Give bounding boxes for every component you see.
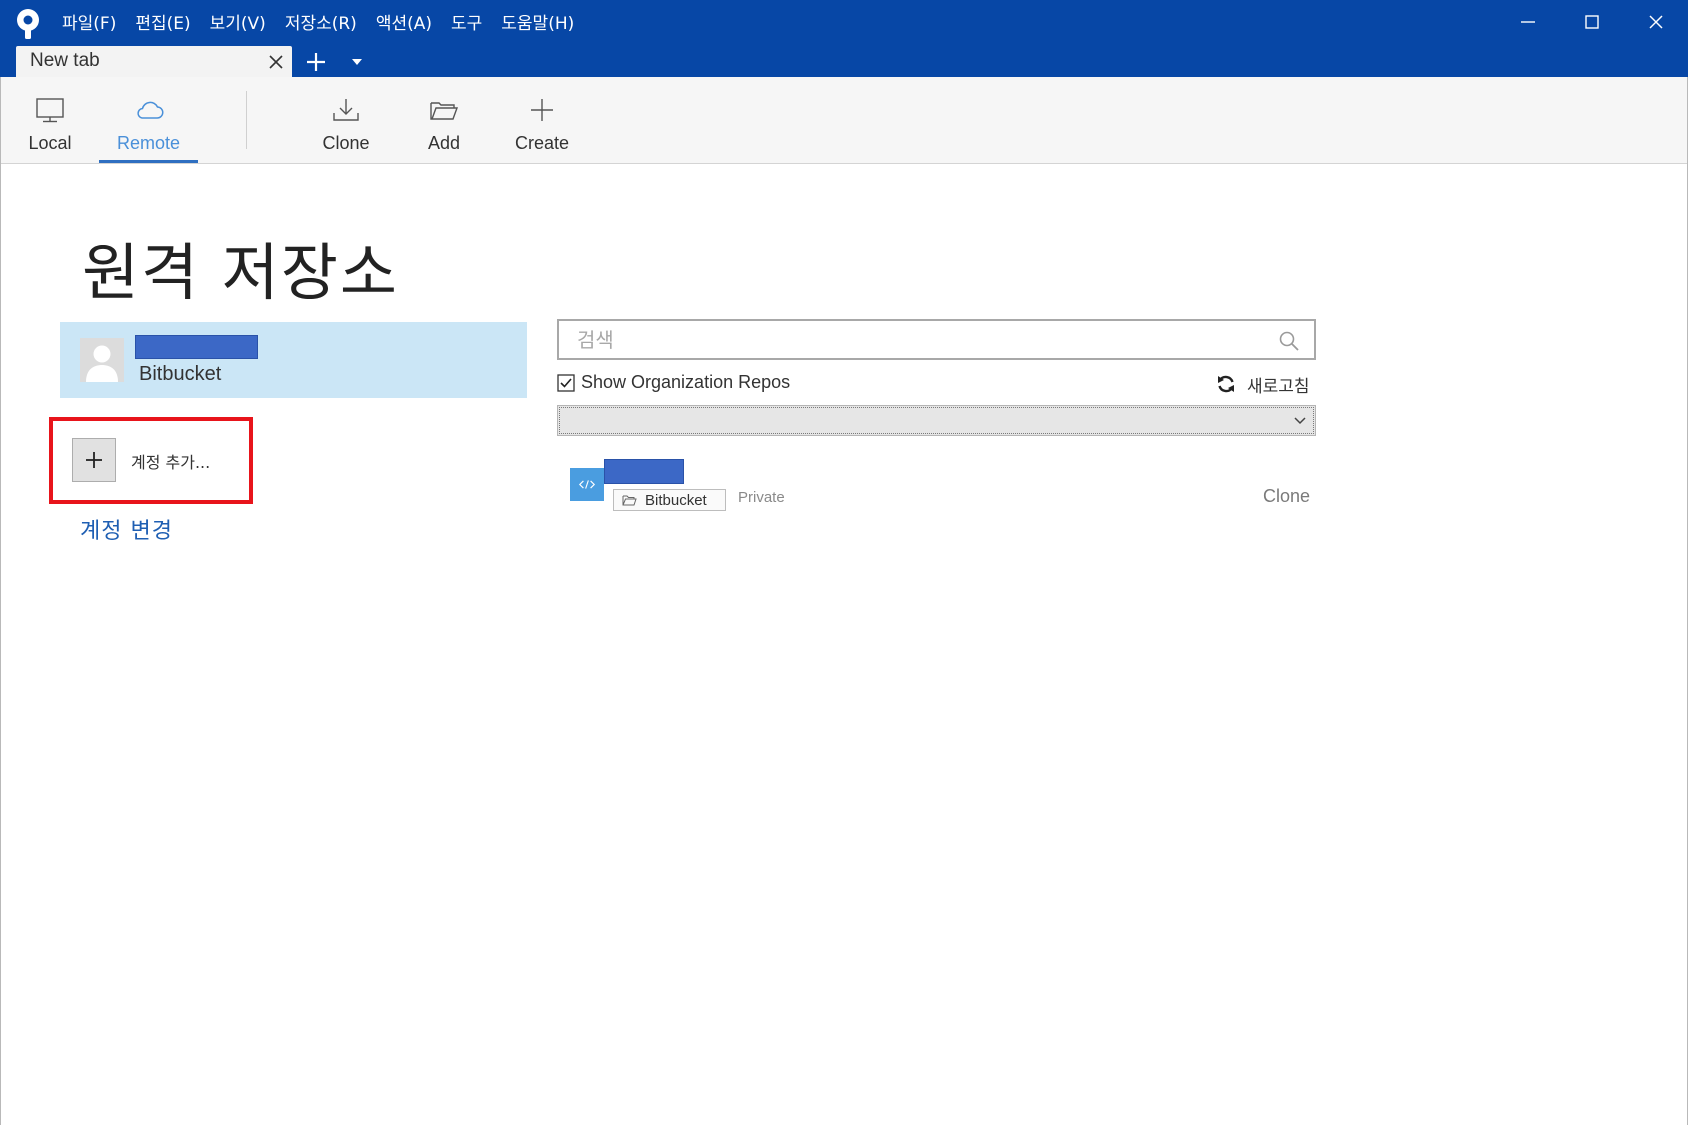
show-org-repos-checkbox[interactable] — [557, 374, 575, 392]
add-label: Add — [427, 133, 461, 153]
local-button[interactable]: Local — [22, 77, 78, 163]
repository-visibility: Private — [738, 489, 785, 506]
refresh-icon[interactable] — [1216, 374, 1236, 394]
menu-actions[interactable]: 액션(A) — [376, 10, 443, 38]
minimize-button[interactable] — [1496, 0, 1560, 44]
repository-name-redacted[interactable] — [604, 459, 684, 484]
add-account-label[interactable]: 계정 추가... — [131, 449, 210, 473]
toolbar-separator — [246, 91, 247, 149]
folder-icon — [622, 495, 637, 506]
local-label: Local — [28, 133, 72, 153]
repo-filter-select[interactable] — [557, 405, 1316, 436]
sourcetree-logo-icon — [17, 9, 39, 39]
maximize-button[interactable] — [1560, 0, 1624, 44]
close-icon — [1649, 15, 1663, 29]
window-border — [0, 77, 1, 1125]
search-box — [557, 319, 1316, 360]
window-controls — [1496, 0, 1688, 44]
menu-view[interactable]: 보기(V) — [210, 10, 277, 38]
create-label: Create — [514, 133, 570, 153]
menu-tools[interactable]: 도구 — [451, 10, 493, 38]
menu-repository[interactable]: 저장소(R) — [285, 10, 368, 38]
page-title: 원격 저장소 — [82, 236, 399, 309]
menu-bar: 파일(F) 편집(E) 보기(V) 저장소(R) 액션(A) 도구 도움말(H) — [62, 10, 593, 38]
menu-help[interactable]: 도움말(H) — [501, 10, 585, 38]
search-input[interactable] — [577, 327, 1257, 353]
account-card[interactable]: Bitbucket — [60, 322, 527, 398]
repository-source-label: Bitbucket — [645, 491, 707, 509]
account-name-redacted — [135, 335, 258, 359]
show-org-repos-label[interactable]: Show Organization Repos — [581, 372, 790, 393]
tab-label: New tab — [30, 50, 100, 71]
remote-button[interactable]: Remote — [99, 77, 198, 163]
new-tab-plus-icon[interactable] — [304, 50, 328, 74]
monitor-icon — [36, 98, 64, 123]
maximize-icon — [1585, 15, 1599, 29]
code-icon — [578, 480, 596, 489]
account-service-label: Bitbucket — [139, 363, 222, 385]
default-user-icon — [80, 338, 124, 382]
menu-file[interactable]: 파일(F) — [62, 10, 127, 38]
repository-source-badge: Bitbucket — [613, 489, 726, 511]
avatar — [80, 338, 124, 382]
add-account-button[interactable] — [72, 438, 116, 482]
plus-icon — [86, 452, 102, 468]
tab-dropdown-chevron-icon[interactable] — [350, 56, 364, 68]
tab-close-icon[interactable] — [268, 54, 284, 70]
menu-edit[interactable]: 편집(E) — [135, 10, 201, 38]
repository-code-icon — [570, 468, 604, 501]
folder-open-icon — [430, 102, 458, 120]
remote-label: Remote — [116, 133, 181, 153]
refresh-button[interactable]: 새로고침 — [1247, 372, 1310, 397]
minimize-icon — [1521, 21, 1535, 23]
search-icon[interactable] — [1278, 330, 1300, 352]
clone-button[interactable]: Clone — [318, 77, 374, 163]
title-bar: 파일(F) 편집(E) 보기(V) 저장소(R) 액션(A) 도구 도움말(H)… — [0, 0, 1688, 77]
close-window-button[interactable] — [1624, 0, 1688, 44]
tab-new-tab[interactable]: New tab — [16, 46, 292, 77]
add-button[interactable]: Add — [416, 77, 472, 163]
change-account-link[interactable]: 계정 변경 — [80, 513, 173, 545]
plus-icon — [531, 99, 553, 121]
create-button[interactable]: Create — [510, 77, 574, 163]
clone-label: Clone — [322, 133, 370, 153]
repository-clone-button[interactable]: Clone — [1263, 486, 1310, 507]
toolbar: Local Remote Clone Add Create — [0, 77, 1688, 164]
cloud-icon — [136, 101, 163, 119]
chevron-down-icon — [1294, 417, 1306, 425]
download-icon — [333, 99, 359, 121]
active-tab-indicator — [99, 160, 198, 163]
